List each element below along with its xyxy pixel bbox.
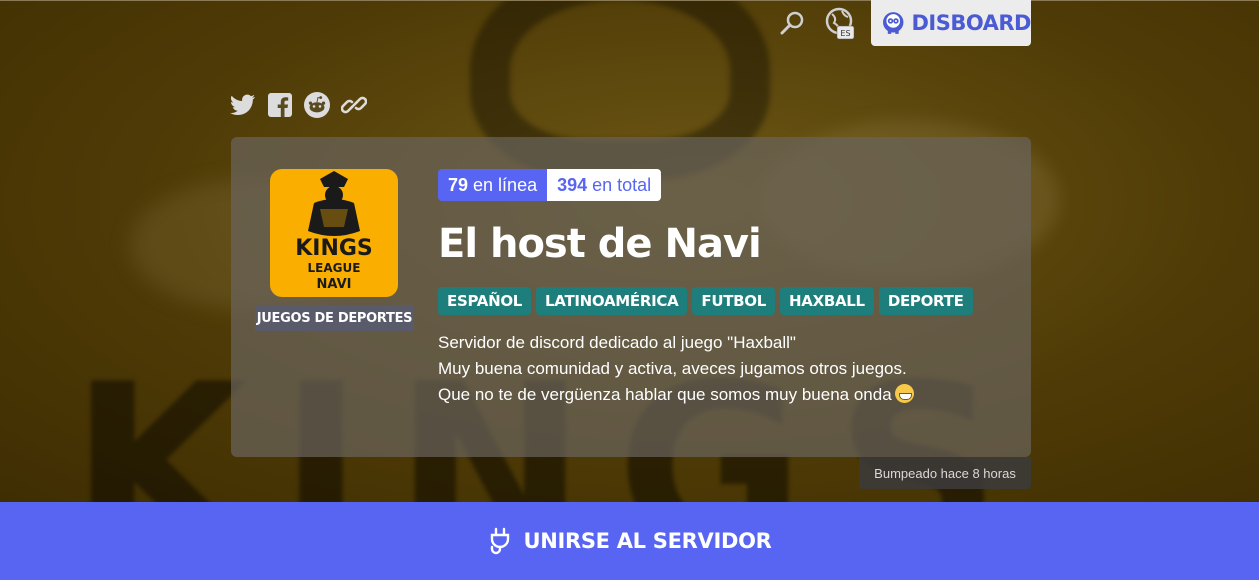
server-description: Servidor de discord dedicado al juego "H… <box>438 330 914 408</box>
top-nav: ES DISBOARD <box>775 0 1031 46</box>
description-line: Que no te de vergüenza hablar que somos … <box>438 382 914 408</box>
grin-emoji-icon <box>894 384 914 403</box>
tag-list: ESPAÑOL LATINOAMÉRICA FUTBOL HAXBALL DEP… <box>438 287 973 315</box>
server-card: KINGS LEAGUE NAVI JUEGOS DE DEPORTES 79 … <box>231 137 1031 457</box>
category-badge[interactable]: JUEGOS DE DEPORTES <box>255 305 414 331</box>
plug-icon <box>491 527 510 555</box>
icon-text-navi: NAVI <box>317 277 352 292</box>
search-icon[interactable] <box>775 6 809 40</box>
share-row <box>230 92 367 118</box>
server-icon[interactable]: KINGS LEAGUE NAVI <box>270 169 398 297</box>
online-number: 79 <box>448 174 469 195</box>
online-count: 79 en línea <box>438 169 548 201</box>
server-title: El host de Navi <box>438 221 762 267</box>
member-counts: 79 en línea 394 en total <box>438 169 662 201</box>
reddit-icon[interactable] <box>304 92 330 118</box>
brand-name: DISBOARD <box>911 11 1031 35</box>
tag[interactable]: ESPAÑOL <box>438 287 532 315</box>
total-count: 394 en total <box>547 169 662 201</box>
description-line: Servidor de discord dedicado al juego "H… <box>438 333 796 352</box>
total-number: 394 <box>557 174 588 195</box>
icon-text-league: LEAGUE <box>308 261 361 275</box>
language-code: ES <box>840 29 850 38</box>
link-icon[interactable] <box>341 92 367 118</box>
join-server-button[interactable]: UNIRSE AL SERVIDOR <box>0 502 1259 580</box>
facebook-icon[interactable] <box>267 92 293 118</box>
bump-status: Bumpeado hace 8 horas <box>859 457 1031 489</box>
description-line: Muy buena comunidad y activa, aveces jug… <box>438 359 907 378</box>
total-label: en total <box>592 174 652 195</box>
globe-icon[interactable]: ES <box>823 6 857 40</box>
tag[interactable]: LATINOAMÉRICA <box>536 287 688 315</box>
online-label: en línea <box>473 174 538 195</box>
tag[interactable]: DEPORTE <box>878 287 973 315</box>
tag[interactable]: FUTBOL <box>692 287 776 315</box>
disboard-logo-icon <box>883 12 904 34</box>
twitter-icon[interactable] <box>230 92 256 118</box>
join-server-label: UNIRSE AL SERVIDOR <box>523 529 772 553</box>
icon-text-kings: KINGS <box>295 236 373 261</box>
top-border <box>0 0 1259 1</box>
tag[interactable]: HAXBALL <box>780 287 874 315</box>
disboard-home-link[interactable]: DISBOARD <box>871 0 1031 46</box>
